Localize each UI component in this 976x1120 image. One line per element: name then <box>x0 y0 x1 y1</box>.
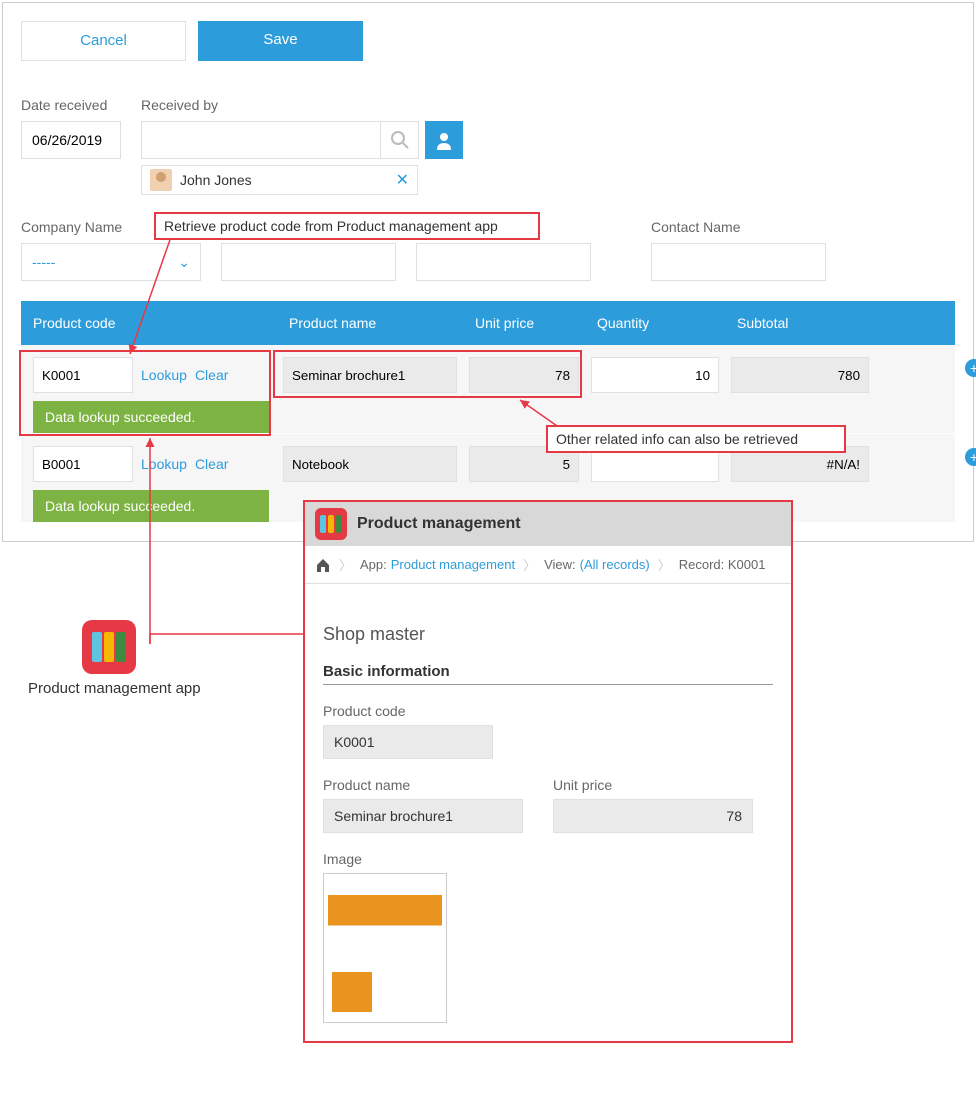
sub-title: Basic information <box>323 663 773 685</box>
date-received-label: Date received <box>21 97 121 113</box>
contact-name-label: Contact Name <box>651 219 826 235</box>
user-chip: John Jones ✕ <box>141 165 418 195</box>
section-title: Shop master <box>323 624 773 645</box>
th-subtotal: Subtotal <box>725 315 875 331</box>
breadcrumb: 〉 App: Product management 〉 View: (All r… <box>305 546 791 584</box>
received-by-label: Received by <box>141 97 463 113</box>
app-icon <box>82 620 136 674</box>
arrow-icon <box>140 434 320 654</box>
date-received-input[interactable] <box>21 121 121 159</box>
annotation-related-info: Other related info can also be retrieved <box>546 425 846 453</box>
bc-view-label: View: <box>544 557 576 572</box>
detail-image-label: Image <box>323 851 773 867</box>
bc-view-link[interactable]: (All records) <box>580 557 650 572</box>
bc-app-label: App: <box>360 557 387 572</box>
user-name: John Jones <box>180 172 252 188</box>
search-button[interactable] <box>381 121 419 159</box>
person-icon <box>434 130 454 150</box>
product-detail-panel: Product management 〉 App: Product manage… <box>303 500 793 1043</box>
remove-user-button[interactable]: ✕ <box>396 170 409 190</box>
contact-name-input[interactable] <box>651 243 826 281</box>
detail-code-value: K0001 <box>323 725 493 759</box>
received-by-input[interactable] <box>141 121 381 159</box>
home-icon[interactable] <box>315 557 331 573</box>
th-quantity: Quantity <box>585 315 725 331</box>
detail-name-value: Seminar brochure1 <box>323 799 523 833</box>
text-input-2[interactable] <box>416 243 591 281</box>
lookup-success-msg: Data lookup succeeded. <box>33 401 269 433</box>
quantity-input[interactable] <box>591 357 719 393</box>
add-row-button[interactable]: + <box>965 448 976 466</box>
cancel-button[interactable]: Cancel <box>21 21 186 61</box>
app-icon-label: Product management app <box>28 680 201 697</box>
detail-price-value: 78 <box>553 799 753 833</box>
product-code-input[interactable] <box>33 446 133 482</box>
detail-price-label: Unit price <box>553 777 753 793</box>
lookup-link[interactable]: Lookup <box>141 367 187 383</box>
detail-name-label: Product name <box>323 777 523 793</box>
bc-app-link[interactable]: Product management <box>391 557 515 572</box>
product-code-input[interactable] <box>33 357 133 393</box>
bc-record-label: Record: K0001 <box>679 557 766 572</box>
detail-code-label: Product code <box>323 703 773 719</box>
annotation-retrieve-code: Retrieve product code from Product manag… <box>154 212 540 240</box>
subtotal-input <box>731 357 869 393</box>
add-row-button[interactable]: + <box>965 359 976 377</box>
panel-title: Product management <box>357 515 521 533</box>
app-icon-small <box>315 508 347 540</box>
search-icon <box>390 130 410 150</box>
clear-link[interactable]: Clear <box>195 367 228 383</box>
avatar <box>150 169 172 191</box>
save-button[interactable]: Save <box>198 21 363 61</box>
arrow-icon <box>122 234 182 364</box>
th-unit-price: Unit price <box>463 315 585 331</box>
th-product-name: Product name <box>277 315 463 331</box>
text-input-1[interactable] <box>221 243 396 281</box>
product-name-input <box>283 357 457 393</box>
person-picker-button[interactable] <box>425 121 463 159</box>
image-thumbnail[interactable] <box>323 873 447 1023</box>
company-select-value: ----- <box>32 254 55 270</box>
unit-price-input <box>469 357 579 393</box>
